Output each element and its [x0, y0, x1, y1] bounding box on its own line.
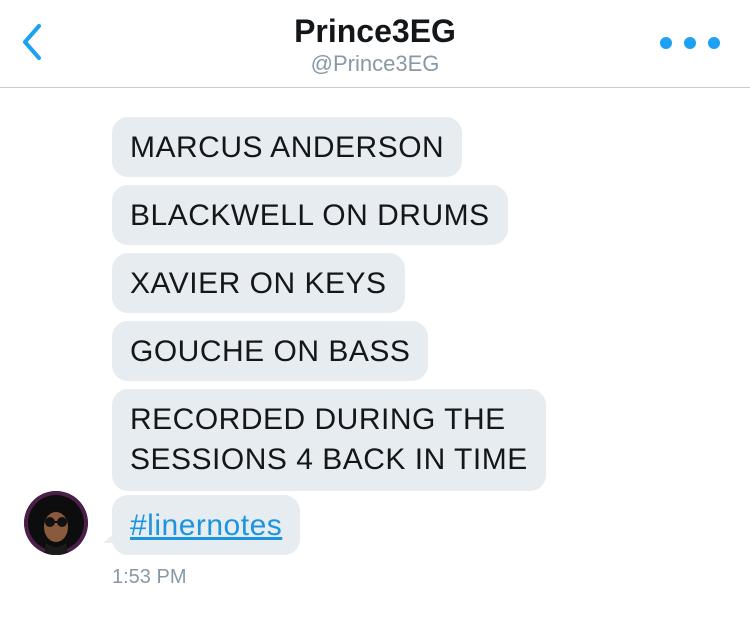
- message-timestamp: 1:53 PM: [112, 566, 187, 588]
- conversation-title: Prince3EG: [294, 13, 456, 49]
- message-bubble[interactable]: GOUCHE ON BASS: [112, 321, 429, 381]
- message-text: MARCUS ANDERSON: [130, 131, 445, 164]
- message-text: GOUCHE ON BASS: [130, 335, 411, 368]
- conversation-header: Prince3EG @Prince3EG: [0, 0, 750, 88]
- more-dots-icon: [708, 37, 720, 49]
- more-dots-icon: [684, 37, 696, 49]
- more-options-button[interactable]: [660, 30, 720, 56]
- message-text: XAVIER ON KEYS: [130, 267, 387, 300]
- more-dots-icon: [660, 37, 672, 49]
- message-text-line: RECORDED DURING THE: [130, 403, 506, 436]
- message-bubble[interactable]: BLACKWELL ON DRUMS: [112, 185, 508, 245]
- message-text: BLACKWELL ON DRUMS: [130, 199, 490, 232]
- message-bubble[interactable]: MARCUS ANDERSON: [112, 117, 463, 177]
- message-bubble[interactable]: XAVIER ON KEYS: [112, 253, 405, 313]
- hashtag-link[interactable]: #linernotes: [130, 509, 282, 542]
- avatar[interactable]: [24, 491, 88, 555]
- conversation-title-block[interactable]: Prince3EG @Prince3EG: [0, 12, 750, 78]
- avatar-portrait-icon: [24, 491, 88, 555]
- message-text-line: SESSIONS 4 BACK IN TIME: [130, 443, 528, 476]
- message-bubble[interactable]: RECORDED DURING THE SESSIONS 4 BACK IN T…: [112, 389, 546, 491]
- conversation-handle: @Prince3EG: [310, 51, 440, 76]
- hashtag-link-bubble[interactable]: #linernotes: [112, 495, 301, 555]
